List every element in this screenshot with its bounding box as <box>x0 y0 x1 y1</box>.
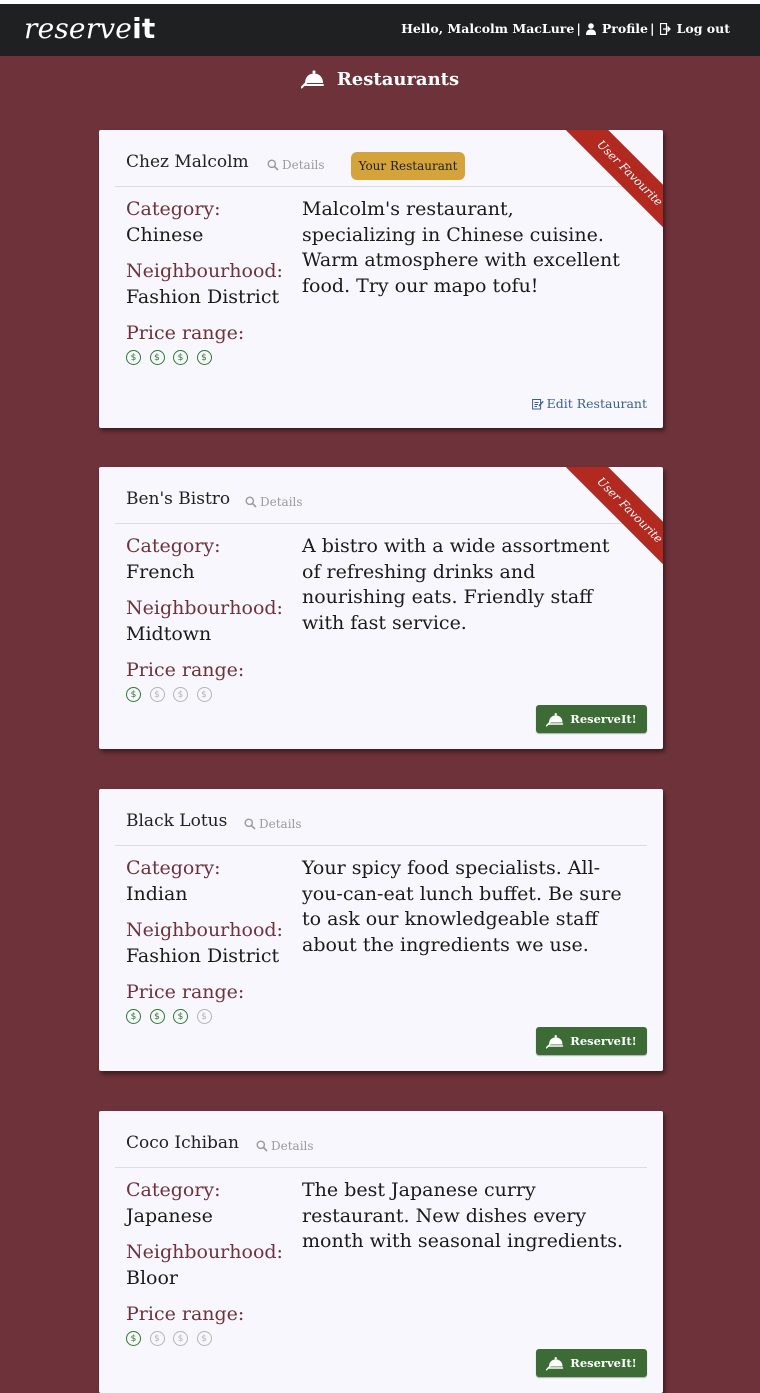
category-value: Indian <box>126 883 188 905</box>
details-link-label: Details <box>260 495 303 509</box>
search-icon <box>256 1140 268 1152</box>
price-range-indicator: $ $ $ $ <box>126 350 220 365</box>
restaurant-description: Your spicy food specialists. All-you-can… <box>302 857 622 957</box>
edit-restaurant-link[interactable]: Edit Restaurant <box>531 396 647 411</box>
category-label: Category: <box>126 535 221 557</box>
details-link[interactable]: Details <box>244 817 302 831</box>
category-label: Category: <box>126 857 221 879</box>
neighbourhood-value: Bloor <box>126 1267 178 1289</box>
dollar-icon-active: $ <box>149 1009 165 1024</box>
profile-link[interactable]: Profile <box>585 21 649 36</box>
category-value: Chinese <box>126 224 204 246</box>
details-link-label: Details <box>271 1139 314 1153</box>
cloche-icon <box>546 1356 564 1371</box>
dollar-icon-inactive: $ <box>196 1331 212 1346</box>
reserveit-button-label: ReserveIt! <box>570 712 637 726</box>
edit-icon <box>531 398 544 409</box>
dollar-icon-active: $ <box>173 350 188 365</box>
profile-link-label: Profile <box>601 21 649 36</box>
price-range-label: Price range: <box>126 659 245 681</box>
dollar-icon-active: $ <box>126 687 141 702</box>
dollar-icon-active: $ <box>126 1009 141 1024</box>
user-icon <box>585 22 596 35</box>
dollar-icon-active: $ <box>149 350 165 365</box>
price-range-indicator: $ $ $ $ <box>126 687 220 702</box>
greeting-text: Hello, Malcolm MacLure <box>401 21 575 36</box>
reserveit-button[interactable]: ReserveIt! <box>536 705 647 733</box>
dollar-icon-active: $ <box>126 350 141 365</box>
card-header: Coco Ichiban Details <box>115 1111 647 1168</box>
logout-link[interactable]: Log out <box>659 21 730 36</box>
price-range-indicator: $ $ $ $ <box>126 1331 220 1346</box>
price-range-label: Price range: <box>126 322 245 344</box>
restaurant-description: A bistro with a wide assortment of refre… <box>302 535 610 635</box>
logout-icon <box>659 22 671 35</box>
neighbourhood-value: Midtown <box>126 623 212 645</box>
restaurant-card: Chez Malcolm Details Your Restaurant User F… <box>99 130 663 428</box>
page-heading: Restaurants <box>0 64 760 94</box>
dollar-icon-active: $ <box>173 1009 188 1024</box>
details-link[interactable]: Details <box>256 1139 314 1153</box>
neighbourhood-value: Fashion District <box>126 945 280 967</box>
restaurant-name: Ben's Bistro <box>126 489 231 509</box>
cloche-icon <box>546 712 564 727</box>
category-label: Category: <box>126 1179 221 1201</box>
reserveit-button-label: ReserveIt! <box>570 1356 637 1370</box>
your-restaurant-badge: Your Restaurant <box>351 152 465 180</box>
reserveit-button-label: ReserveIt! <box>570 1034 637 1048</box>
neighbourhood-label: Neighbourhood: <box>126 260 283 282</box>
restaurant-name: Coco Ichiban <box>126 1133 239 1153</box>
reserveit-button[interactable]: ReserveIt! <box>536 1027 647 1055</box>
edit-restaurant-label: Edit Restaurant <box>546 396 647 411</box>
dollar-icon-active: $ <box>126 1331 141 1346</box>
dollar-icon-inactive: $ <box>196 1009 212 1024</box>
details-link-label: Details <box>282 158 325 172</box>
neighbourhood-value: Fashion District <box>126 286 280 308</box>
page-title: Restaurants <box>336 68 460 90</box>
neighbourhood-label: Neighbourhood: <box>126 919 283 941</box>
details-link[interactable]: Details <box>267 158 325 172</box>
dollar-icon-inactive: $ <box>149 1331 165 1346</box>
reserveit-button[interactable]: ReserveIt! <box>536 1349 647 1377</box>
restaurant-description: The best Japanese curry restaurant. New … <box>302 1179 623 1253</box>
price-range-label: Price range: <box>126 1303 245 1325</box>
restaurant-card: Ben's Bistro Details User Favourite Categor… <box>99 467 663 749</box>
dollar-icon-inactive: $ <box>173 687 188 702</box>
dollar-icon-inactive: $ <box>196 687 212 702</box>
brand-logo-it: it <box>132 12 156 45</box>
price-range-indicator: $ $ $ $ <box>126 1009 220 1024</box>
user-nav: Hello, Malcolm MacLure | Profile | Log o… <box>401 21 730 36</box>
details-link[interactable]: Details <box>245 495 303 509</box>
brand-logo-reserve: reserve <box>24 12 133 45</box>
dollar-icon-inactive: $ <box>149 687 165 702</box>
price-range-label: Price range: <box>126 981 245 1003</box>
restaurant-name: Chez Malcolm <box>126 152 249 172</box>
nav-separator: | <box>576 21 581 36</box>
search-icon <box>245 496 257 508</box>
details-link-label: Details <box>259 817 302 831</box>
restaurant-description: Malcolm's restaurant, specializing in Ch… <box>302 198 620 298</box>
category-value: Japanese <box>126 1205 213 1227</box>
brand-logo[interactable]: reserveit <box>24 12 155 46</box>
category-label: Category: <box>126 198 221 220</box>
logout-link-label: Log out <box>676 21 730 36</box>
category-value: French <box>126 561 195 583</box>
top-navbar: reserveit Hello, Malcolm MacLure | Profi… <box>0 0 760 56</box>
neighbourhood-label: Neighbourhood: <box>126 1241 283 1263</box>
cloche-icon <box>546 1034 564 1049</box>
card-header: Black Lotus Details <box>115 789 647 846</box>
cloche-icon <box>300 70 324 89</box>
restaurant-name: Black Lotus <box>126 811 228 831</box>
nav-separator: | <box>650 21 655 36</box>
dollar-icon-active: $ <box>196 350 212 365</box>
dollar-icon-inactive: $ <box>173 1331 188 1346</box>
restaurant-card: Coco Ichiban Details Category: Japanese Neig… <box>99 1111 663 1393</box>
search-icon <box>244 818 256 830</box>
restaurant-card: Black Lotus Details Category: Indian Neighbo… <box>99 789 663 1071</box>
search-icon <box>267 159 279 171</box>
neighbourhood-label: Neighbourhood: <box>126 597 283 619</box>
